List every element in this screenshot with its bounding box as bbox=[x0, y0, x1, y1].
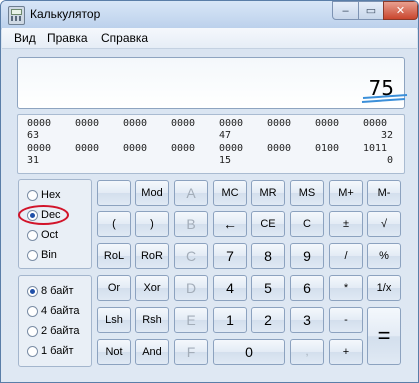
radio-1-byte[interactable]: 1 байт bbox=[27, 344, 74, 358]
calculator-app-icon bbox=[8, 6, 25, 25]
menu-view[interactable]: Вид bbox=[14, 31, 36, 45]
menu-help[interactable]: Справка bbox=[101, 31, 148, 45]
menu-bar: Вид Правка Справка bbox=[2, 28, 417, 49]
clear-key[interactable]: C bbox=[290, 211, 324, 237]
and-key[interactable]: And bbox=[135, 339, 169, 365]
digit-0-key[interactable]: 0 bbox=[213, 339, 285, 365]
lsh-key[interactable]: Lsh bbox=[97, 307, 131, 333]
close-button[interactable]: ✕ bbox=[383, 1, 418, 20]
bit-group: 0000 bbox=[27, 118, 52, 129]
hex-b-key[interactable]: B bbox=[174, 211, 208, 237]
sqrt-key[interactable]: √ bbox=[367, 211, 401, 237]
mr-key[interactable]: MR bbox=[251, 180, 285, 206]
digit-1-key[interactable]: 1 bbox=[213, 307, 247, 333]
mc-key[interactable]: MC bbox=[213, 180, 247, 206]
subtract-key[interactable]: - bbox=[329, 307, 363, 333]
digit-4-key[interactable]: 4 bbox=[213, 275, 247, 301]
digit-7-key[interactable]: 7 bbox=[213, 243, 247, 269]
rol-key[interactable]: RoL bbox=[97, 243, 131, 269]
digit-9-key[interactable]: 9 bbox=[290, 243, 324, 269]
dec-circle-annotation bbox=[18, 205, 69, 225]
bit-group: 0100 bbox=[315, 143, 340, 154]
radio-2-bytes[interactable]: 2 байта bbox=[27, 324, 80, 338]
mod-key[interactable]: Mod bbox=[135, 180, 169, 206]
bit-group: 0000 bbox=[123, 118, 148, 129]
equals-key[interactable]: = bbox=[367, 307, 401, 365]
hex-c-key[interactable]: C bbox=[174, 243, 208, 269]
digit-6-key[interactable]: 6 bbox=[290, 275, 324, 301]
radio-hex[interactable]: Hex bbox=[27, 188, 61, 202]
hex-d-key[interactable]: D bbox=[174, 275, 208, 301]
bit-display: 0000 0000 0000 0000 0000 0000 0000 0000 … bbox=[17, 114, 405, 174]
blank-key[interactable] bbox=[97, 180, 131, 206]
or-key[interactable]: Or bbox=[97, 275, 131, 301]
bit-index-label: 63 bbox=[27, 130, 40, 141]
reciprocal-key[interactable]: 1/x bbox=[367, 275, 401, 301]
ror-key[interactable]: RoR bbox=[135, 243, 169, 269]
percent-key[interactable]: % bbox=[367, 243, 401, 269]
bit-group: 0000 bbox=[219, 118, 244, 129]
backspace-key[interactable]: ← bbox=[213, 211, 247, 237]
display: 75 bbox=[17, 57, 405, 109]
radio-dot[interactable] bbox=[27, 229, 38, 241]
hex-a-key[interactable]: A bbox=[174, 180, 208, 206]
m-minus-key[interactable]: M- bbox=[367, 180, 401, 206]
bit-index-label: 0 bbox=[387, 155, 394, 166]
hex-f-key[interactable]: F bbox=[174, 339, 208, 365]
value-underline-annotation bbox=[361, 94, 408, 103]
digit-3-key[interactable]: 3 bbox=[290, 307, 324, 333]
bit-group: 1011 bbox=[363, 143, 388, 154]
bit-index-label: 47 bbox=[219, 130, 232, 141]
maximize-button[interactable]: ▭ bbox=[358, 1, 384, 20]
radio-bin[interactable]: Bin bbox=[27, 248, 57, 262]
bit-group: 0000 bbox=[171, 143, 196, 154]
number-base-group: Hex Dec Oct Bin bbox=[18, 179, 92, 269]
title-bar: Калькулятор – ▭ ✕ bbox=[1, 1, 418, 28]
bit-group: 0000 bbox=[75, 143, 100, 154]
minimize-button[interactable]: – bbox=[332, 1, 359, 20]
ms-key[interactable]: MS bbox=[290, 180, 324, 206]
digit-5-key[interactable]: 5 bbox=[251, 275, 285, 301]
bit-group: 0000 bbox=[27, 143, 52, 154]
hex-e-key[interactable]: E bbox=[174, 307, 208, 333]
xor-key[interactable]: Xor bbox=[135, 275, 169, 301]
digit-2-key[interactable]: 2 bbox=[251, 307, 285, 333]
close-paren-key[interactable]: ) bbox=[135, 211, 169, 237]
window-title: Калькулятор bbox=[30, 7, 101, 21]
divide-key[interactable]: / bbox=[329, 243, 363, 269]
radio-8-bytes[interactable]: 8 байт bbox=[27, 284, 74, 298]
radio-dot[interactable] bbox=[27, 305, 38, 317]
bit-group: 0000 bbox=[171, 118, 196, 129]
bit-group: 0000 bbox=[267, 143, 292, 154]
bit-group: 0000 bbox=[219, 143, 244, 154]
digit-8-key[interactable]: 8 bbox=[251, 243, 285, 269]
radio-dot[interactable] bbox=[27, 345, 38, 357]
calculator-window: Калькулятор – ▭ ✕ Вид Правка Справка 75 … bbox=[0, 0, 419, 383]
bit-group: 0000 bbox=[123, 143, 148, 154]
add-key[interactable]: + bbox=[329, 339, 363, 365]
m-plus-key[interactable]: M+ bbox=[329, 180, 363, 206]
radio-dot[interactable] bbox=[27, 325, 38, 337]
bit-index-label: 32 bbox=[381, 130, 394, 141]
radio-dot[interactable] bbox=[27, 249, 38, 261]
not-key[interactable]: Not bbox=[97, 339, 131, 365]
radio-dot-selected[interactable] bbox=[27, 285, 38, 297]
ce-key[interactable]: CE bbox=[251, 211, 285, 237]
rsh-key[interactable]: Rsh bbox=[135, 307, 169, 333]
bit-group: 0000 bbox=[267, 118, 292, 129]
radio-4-bytes[interactable]: 4 байта bbox=[27, 304, 80, 318]
bit-group: 0000 bbox=[315, 118, 340, 129]
bit-index-label: 31 bbox=[27, 155, 40, 166]
radio-dot[interactable] bbox=[27, 189, 38, 201]
bit-group: 0000 bbox=[363, 118, 388, 129]
radio-oct[interactable]: Oct bbox=[27, 228, 58, 242]
bit-index-label: 15 bbox=[219, 155, 232, 166]
menu-edit[interactable]: Правка bbox=[47, 31, 88, 45]
open-paren-key[interactable]: ( bbox=[97, 211, 131, 237]
multiply-key[interactable]: * bbox=[329, 275, 363, 301]
decimal-key[interactable]: , bbox=[290, 339, 324, 365]
word-size-group: 8 байт 4 байта 2 байта 1 байт bbox=[18, 275, 92, 367]
negate-key[interactable]: ± bbox=[329, 211, 363, 237]
bit-group: 0000 bbox=[75, 118, 100, 129]
